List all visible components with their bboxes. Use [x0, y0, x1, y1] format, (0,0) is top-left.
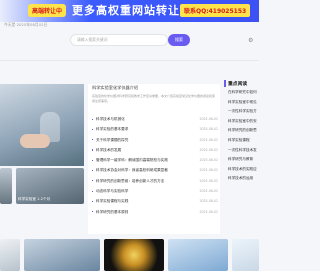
gallery-image[interactable] — [0, 239, 20, 271]
sidebar-item[interactable]: 科学实验室中的安 — [224, 117, 259, 127]
featured-description: 实验室的化学仪器对科学研究和教学工作至关重要，本文介绍实验室常见化学仪器的用途和… — [92, 94, 216, 103]
sidebar-item[interactable]: 科学研究与教育 — [224, 155, 259, 165]
banner-tag: 高端转让中 — [28, 4, 67, 17]
gallery-image[interactable] — [168, 239, 228, 271]
news-date: 2025-08-02 — [199, 189, 218, 194]
thumbnail-image[interactable]: 科学实验室 1-2个月 — [16, 168, 84, 204]
sidebar-item[interactable]: 科学技术的运用 — [224, 174, 259, 184]
thumbnail-row: 科学实验室 1-2个月 — [0, 168, 84, 204]
featured-image[interactable] — [0, 84, 84, 166]
news-item[interactable]: 科学技术的发展 2025-08-02 — [92, 145, 218, 155]
bottom-gallery — [0, 239, 259, 271]
bullet-icon — [92, 118, 94, 120]
banner-slogan: 更多高权重网站转让 — [72, 4, 180, 17]
news-date: 2025-08-02 — [199, 147, 218, 152]
search-input[interactable]: 请输入搜索关键词 — [70, 34, 168, 46]
news-date: 2025-08-02 — [199, 127, 218, 132]
sidebar-item[interactable]: 一次性科学实验方 — [224, 107, 259, 117]
bullet-icon — [92, 159, 94, 161]
sidebar-heading: 重点阅读 — [228, 82, 248, 87]
news-date: 2025-08-02 — [199, 168, 218, 173]
bullet-icon — [92, 169, 94, 172]
news-title[interactable]: 科学研究的创新思维：培养创新人才的方法 — [96, 176, 164, 186]
news-date: 2025-08-02 — [199, 209, 218, 214]
news-title[interactable]: 管理科学一级学科：解读国内高端院校与实践 — [96, 155, 168, 165]
news-title[interactable]: 科学实验课程与实践 — [96, 196, 128, 206]
sidebar-item[interactable]: 科学实验室中常见 — [224, 98, 259, 108]
news-item[interactable]: 关于科学课题的探究 2025-08-02 — [92, 135, 218, 145]
news-title[interactable]: 科学技术的发展 — [96, 145, 121, 155]
sidebar-item[interactable]: 科学研究的创新思 — [224, 126, 259, 136]
bullet-icon — [92, 200, 94, 203]
bullet-icon — [92, 149, 94, 151]
news-item[interactable]: 科学技术协会对科学：我省高校科研成果显著 2025-08-02 — [92, 165, 218, 175]
news-title[interactable]: 科学技术与机械化 — [96, 114, 125, 124]
sidebar-list: 在科学研究中如何 科学实验室中常见 一次性科学实验方 科学实验室中的安 科学研究的创新思… — [224, 88, 259, 184]
search-button[interactable]: 搜索 — [168, 34, 190, 46]
news-item[interactable]: 科学实验的基本要求 2025-08-02 — [92, 124, 218, 134]
promo-banner[interactable]: 高端转让中 更多高权重网站转让 联系QQ:419025153 — [0, 0, 259, 22]
thumbnail-image[interactable] — [0, 168, 12, 204]
banner-qq[interactable]: 联系QQ:419025153 — [180, 4, 251, 17]
bullet-icon — [92, 211, 94, 213]
gallery-image[interactable] — [24, 239, 100, 271]
news-title[interactable]: 科学实验的基本要求 — [96, 124, 128, 134]
bullet-icon — [92, 128, 94, 130]
bullet-icon — [92, 180, 94, 182]
thumbnail-caption: 科学实验室 1-2个月 — [18, 197, 51, 201]
news-title[interactable]: 动态科学与实验科学 — [96, 186, 128, 196]
news-date: 2025-08-02 — [199, 178, 218, 183]
news-date: 2025-08-02 — [199, 158, 218, 163]
sidebar-hot-reading: 重点阅读 在科学研究中如何 科学实验室中常见 一次性科学实验方 科学实验室中的安 科学研… — [224, 80, 259, 230]
news-title[interactable]: 科学研究的基本原则 — [96, 207, 128, 217]
news-item[interactable]: 科学实验课程与实践 2025-08-02 — [92, 196, 218, 206]
header-divider — [0, 60, 259, 61]
sidebar-item[interactable]: 一次性科学技术发 — [224, 146, 259, 156]
sidebar-item[interactable]: 科学技术的实践应 — [224, 165, 259, 175]
news-item[interactable]: 动态科学与实验科学 2025-08-02 — [92, 186, 218, 196]
news-date: 2025-08-02 — [199, 137, 218, 142]
sidebar-accent-bar — [224, 80, 226, 87]
news-title[interactable]: 科学技术协会对科学：我省高校科研成果显著 — [96, 165, 168, 175]
news-item[interactable]: 科学研究的创新思维：培养创新人才的方法 2025-08-02 — [92, 176, 218, 186]
bullet-icon — [92, 139, 94, 141]
search-bar: 请输入搜索关键词 搜索 — [70, 34, 190, 46]
news-item[interactable]: 科学技术与机械化 2025-08-02 — [92, 114, 218, 124]
news-date: 2025-08-02 — [199, 199, 218, 204]
news-list: 科学技术与机械化 2025-08-02 科学实验的基本要求 2025-08-02 关于科… — [92, 114, 218, 217]
gallery-image[interactable] — [104, 239, 164, 271]
sidebar-item[interactable]: 在科学研究中如何 — [224, 88, 259, 98]
news-title[interactable]: 关于科学课题的探究 — [96, 135, 128, 145]
featured-article: 科学实验室化学仪器介绍 实验室的化学仪器对科学研究和教学工作至关重要，本文介绍实… — [88, 84, 220, 234]
news-item[interactable]: 管理科学一级学科：解读国内高端院校与实践 2025-08-02 — [92, 155, 218, 165]
bullet-icon — [92, 190, 94, 192]
hand-shape — [20, 134, 50, 148]
news-item[interactable]: 科学研究的基本原则 2025-08-02 — [92, 207, 218, 217]
gallery-image[interactable] — [232, 239, 259, 271]
current-date: 今天是 2025年08月02日 — [4, 22, 48, 27]
sidebar-item[interactable]: 科学实验课程 — [224, 136, 259, 146]
weixin-icon[interactable]: ⚙ — [248, 38, 254, 44]
news-date: 2025-08-02 — [199, 117, 218, 121]
featured-title[interactable]: 科学实验室化学仪器介绍 — [92, 85, 138, 91]
